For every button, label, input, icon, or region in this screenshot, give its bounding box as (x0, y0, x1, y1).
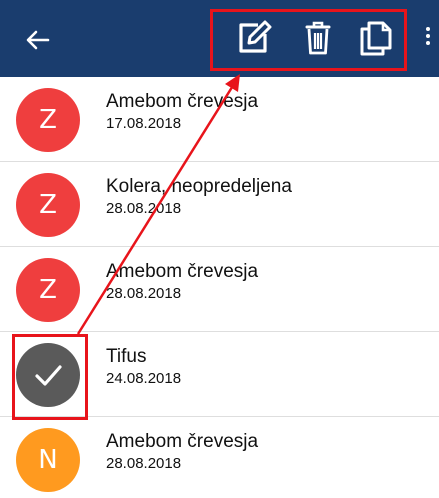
avatar[interactable]: Z (16, 258, 80, 322)
arrow-left-icon (26, 30, 50, 50)
avatar[interactable]: N (16, 428, 80, 492)
diagnosis-list: Z Amebom črevesja 17.08.2018 Z Kolera, neopr… (0, 77, 439, 498)
list-item[interactable]: N Amebom črevesja 28.08.2018 (0, 417, 439, 498)
more-vertical-icon (420, 27, 436, 45)
back-button[interactable] (20, 22, 56, 58)
item-title: Tifus (106, 346, 147, 367)
list-item[interactable]: Z Amebom črevesja 17.08.2018 (0, 77, 439, 162)
item-title: Amebom črevesja (106, 91, 259, 112)
list-item[interactable]: Z Kolera, neopredeljena 28.08.2018 (0, 162, 439, 247)
selection-highlight-box (12, 334, 88, 420)
item-title: Kolera, neopredeljena (106, 176, 292, 197)
more-options-button[interactable] (420, 24, 436, 56)
actions-highlight-box (210, 9, 407, 71)
item-title: Amebom črevesja (106, 431, 259, 452)
avatar[interactable]: Z (16, 88, 80, 152)
item-date: 24.08.2018 (106, 370, 182, 387)
item-date: 17.08.2018 (106, 115, 182, 132)
item-date: 28.08.2018 (106, 200, 182, 217)
list-item[interactable]: Z Amebom črevesja 28.08.2018 (0, 247, 439, 332)
item-date: 28.08.2018 (106, 455, 182, 472)
item-date: 28.08.2018 (106, 285, 182, 302)
item-title: Amebom črevesja (106, 261, 259, 282)
avatar[interactable]: Z (16, 173, 80, 237)
